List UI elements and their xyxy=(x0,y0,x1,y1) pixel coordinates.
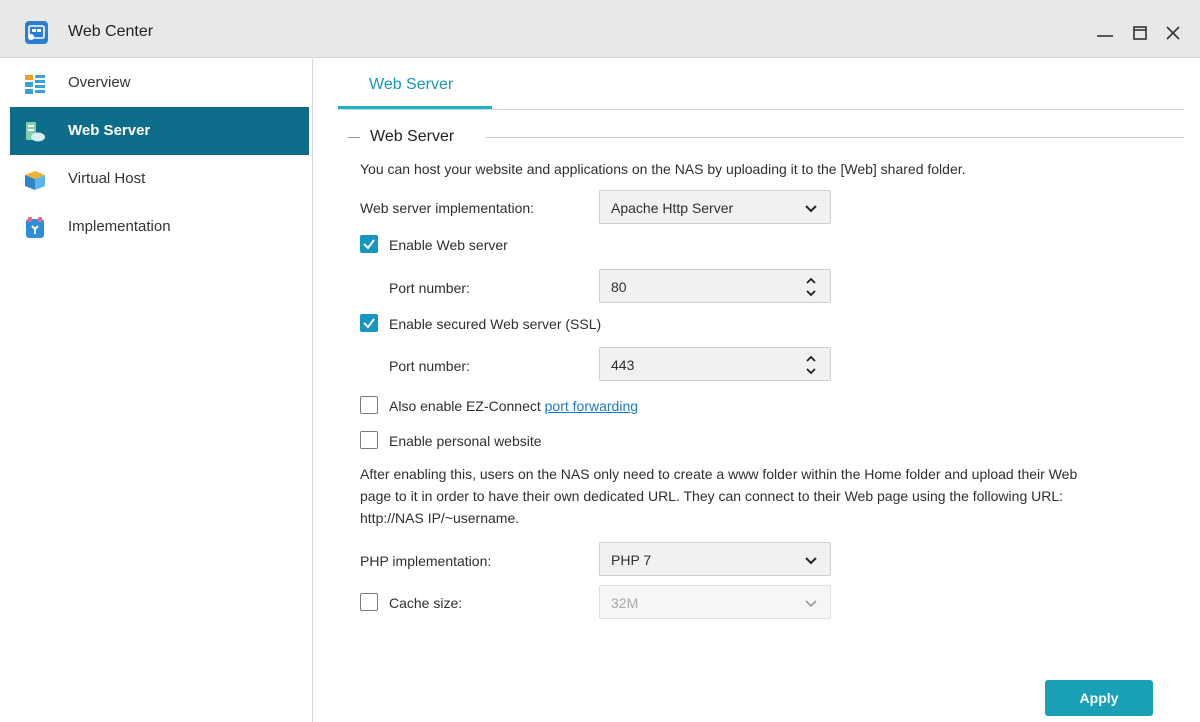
ez-connect-row: Also enable EZ-Connect port forwarding xyxy=(389,398,638,414)
sidebar-item-implementation[interactable]: Implementation xyxy=(10,203,309,251)
apply-button-label: Apply xyxy=(1079,690,1119,706)
sidebar: Overview Web Server Virtual Host Impleme… xyxy=(0,59,313,722)
sidebar-item-label: Overview xyxy=(68,74,131,91)
stepper-arrows-icon[interactable] xyxy=(804,275,818,299)
cache-size-label: Cache size: xyxy=(389,595,463,611)
enable-web-server-checkbox[interactable] xyxy=(360,235,378,253)
sidebar-item-label: Virtual Host xyxy=(68,170,146,187)
sidebar-item-overview[interactable]: Overview xyxy=(10,59,309,107)
ssl-port-number-stepper[interactable]: 443 xyxy=(599,347,831,381)
ez-connect-checkbox[interactable] xyxy=(360,396,378,414)
php-implementation-label: PHP implementation: xyxy=(360,553,492,569)
stepper-arrows-icon[interactable] xyxy=(804,353,818,377)
select-value: Apache Http Server xyxy=(611,200,734,216)
web-server-icon xyxy=(24,121,46,143)
implementation-label: Web server implementation: xyxy=(360,200,535,216)
web-server-implementation-select[interactable]: Apache Http Server xyxy=(599,190,831,224)
personal-note-line-3: http://NAS IP/~username. xyxy=(360,510,520,526)
overview-icon xyxy=(24,73,46,95)
select-value: PHP 7 xyxy=(611,552,652,568)
apply-button[interactable]: Apply xyxy=(1045,680,1153,716)
main-panel: Web Server Web Server You can host your … xyxy=(314,59,1200,722)
personal-website-checkbox[interactable] xyxy=(360,431,378,449)
ssl-port-number-label: Port number: xyxy=(389,358,470,374)
cache-size-checkbox[interactable] xyxy=(360,593,378,611)
enable-web-server-label: Enable Web server xyxy=(389,237,508,253)
sidebar-item-web-server[interactable]: Web Server xyxy=(10,107,309,155)
port-forwarding-link[interactable]: port forwarding xyxy=(545,398,638,414)
maximize-icon[interactable] xyxy=(1127,20,1153,46)
port-value: 80 xyxy=(611,279,627,295)
sidebar-item-virtual-host[interactable]: Virtual Host xyxy=(10,155,309,203)
personal-note-line-2: page to it in order to have their own de… xyxy=(360,488,1064,504)
virtual-host-icon xyxy=(24,169,46,191)
chevron-down-icon xyxy=(804,201,818,215)
php-implementation-select[interactable]: PHP 7 xyxy=(599,542,831,576)
section-description: You can host your website and applicatio… xyxy=(360,161,966,177)
title-bar: Web Center xyxy=(0,0,1200,58)
window-title: Web Center xyxy=(68,23,154,40)
enable-ssl-label: Enable secured Web server (SSL) xyxy=(389,316,602,332)
section-title: Web Server xyxy=(370,128,455,145)
ssl-port-value: 443 xyxy=(611,357,635,373)
close-icon[interactable] xyxy=(1160,20,1186,46)
tab-web-server[interactable]: Web Server xyxy=(338,59,492,109)
personal-website-label: Enable personal website xyxy=(389,433,542,449)
port-number-stepper[interactable]: 80 xyxy=(599,269,831,303)
chevron-down-icon xyxy=(804,596,818,610)
cache-size-select[interactable]: 32M xyxy=(599,585,831,619)
enable-ssl-checkbox[interactable] xyxy=(360,314,378,332)
tab-label: Web Server xyxy=(369,76,454,93)
section-dash xyxy=(348,137,360,138)
tab-divider xyxy=(338,109,1184,110)
port-number-label: Port number: xyxy=(389,280,470,296)
ez-connect-label: Also enable EZ-Connect xyxy=(389,398,545,414)
sidebar-item-label: Web Server xyxy=(68,122,151,139)
sidebar-item-label: Implementation xyxy=(68,218,171,235)
select-value: 32M xyxy=(611,595,639,611)
minimize-icon[interactable] xyxy=(1092,20,1118,46)
personal-note-line-1: After enabling this, users on the NAS on… xyxy=(360,466,1078,482)
implementation-icon xyxy=(24,217,46,239)
chevron-down-icon xyxy=(804,553,818,567)
web-center-app-icon xyxy=(25,21,48,44)
section-divider xyxy=(486,137,1184,138)
